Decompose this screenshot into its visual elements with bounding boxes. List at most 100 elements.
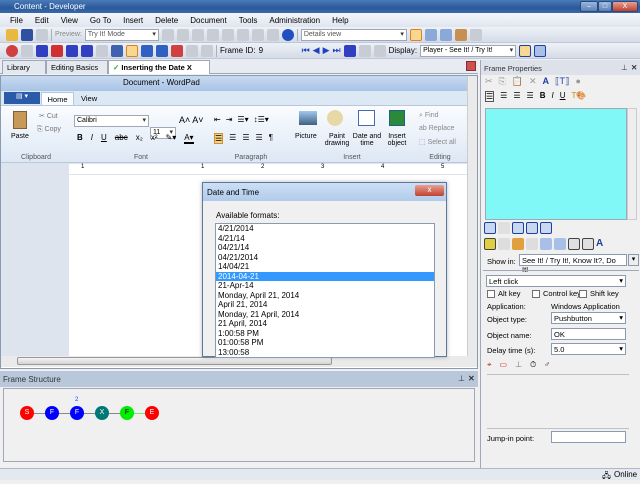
minimize-button[interactable]: – <box>580 1 598 12</box>
cut-icon[interactable]: ✂ <box>485 76 493 87</box>
pin-icon[interactable]: ⊥ <box>458 374 465 383</box>
paragraph-icon[interactable]: ¶ <box>269 133 273 144</box>
shift-key-checkbox[interactable]: Shift key <box>579 289 619 299</box>
link-icon[interactable]: ● <box>575 76 580 87</box>
layout-details-icon[interactable] <box>409 28 422 41</box>
font-icon[interactable]: A <box>543 76 550 87</box>
notes-icon[interactable] <box>498 238 510 250</box>
align-right-icon[interactable]: ☰ <box>242 133 249 144</box>
mark-icon[interactable] <box>568 238 580 250</box>
action-check-icon[interactable] <box>484 238 496 250</box>
screenshot-icon[interactable] <box>156 44 168 57</box>
view-select[interactable]: Details view <box>300 28 407 41</box>
hand-icon[interactable] <box>512 238 524 250</box>
editor-view-icon[interactable] <box>534 44 547 57</box>
click-target-icon[interactable]: ⌖ <box>487 360 492 370</box>
paste-icon[interactable]: 📋 <box>512 76 523 87</box>
delete-icon[interactable]: ✕ <box>529 76 537 87</box>
calendar-icon[interactable] <box>358 110 375 126</box>
scrollbar-thumb[interactable] <box>17 357 332 365</box>
format-option[interactable]: 14/04/21 <box>216 262 434 272</box>
menu-tools[interactable]: Tools <box>239 16 258 25</box>
subscript-icon[interactable]: x₂ <box>136 133 143 144</box>
select-all-button[interactable]: ⬚ Select all <box>419 138 456 146</box>
insert-object-icon[interactable] <box>389 110 405 126</box>
increase-indent-icon[interactable]: ⇥ <box>226 115 233 124</box>
menu-administration[interactable]: Administration <box>269 16 320 25</box>
mark-down-icon[interactable] <box>582 238 594 250</box>
tab-editing-basics[interactable]: Editing Basics <box>46 60 108 74</box>
cut-button[interactable]: ✂ Cut <box>39 112 58 120</box>
ribbon-tab-home[interactable]: Home <box>41 92 74 105</box>
align-center-icon[interactable]: ☰ <box>229 133 236 144</box>
menu-edit[interactable]: Edit <box>35 16 49 25</box>
action-select[interactable]: Left click <box>486 275 626 287</box>
superscript-icon[interactable]: x² <box>151 133 158 144</box>
format-option[interactable]: 4/21/2014 <box>216 224 434 234</box>
wordpad-menu-button[interactable]: ▤ ▾ <box>4 92 40 104</box>
menu-delete[interactable]: Delete <box>155 16 178 25</box>
zoom-icon[interactable] <box>21 44 33 57</box>
open-icon[interactable] <box>6 28 18 41</box>
format-option[interactable]: 4/21/14 <box>216 234 434 244</box>
text-field-icon[interactable]: ⟦T⟧ <box>555 76 569 87</box>
tab-close-button[interactable]: X <box>187 63 192 72</box>
redo-icon[interactable] <box>251 28 264 41</box>
tab-inserting-the-date[interactable]: ✓ Inserting the Date X <box>108 60 210 74</box>
show-in-dropdown-button[interactable]: ▾ <box>628 254 639 266</box>
window-icon[interactable] <box>540 222 552 234</box>
next-frame-icon[interactable]: ▶ <box>323 45 330 56</box>
bold-button[interactable]: B <box>77 133 83 144</box>
link-icon[interactable]: ♂ <box>544 360 550 370</box>
edit-icon[interactable] <box>111 44 123 57</box>
replace-button[interactable]: ab Replace <box>419 125 454 132</box>
highlight-icon[interactable]: ✎▾ <box>165 133 176 144</box>
italic-button[interactable]: I <box>91 133 93 144</box>
justify-icon[interactable]: ☰ <box>256 133 263 144</box>
insert-object-button[interactable]: Insert object <box>384 133 410 147</box>
line-spacing-icon[interactable]: ↕☰▾ <box>254 115 269 124</box>
rectangle-icon[interactable]: ▭ <box>500 360 508 370</box>
font-family-select[interactable]: Calibri <box>74 115 149 127</box>
layout-horizontal-icon[interactable] <box>424 28 437 41</box>
player-view-icon[interactable] <box>519 44 532 57</box>
connect-icon[interactable] <box>81 44 93 57</box>
format-option[interactable]: 04/21/14 <box>216 243 434 253</box>
underline-button[interactable]: U <box>101 133 107 144</box>
close-document-icon[interactable] <box>466 61 476 71</box>
ribbon-tab-view[interactable]: View <box>81 94 97 103</box>
maximize-button[interactable]: □ <box>598 1 612 12</box>
tool-a-icon[interactable] <box>186 44 198 57</box>
decrease-indent-icon[interactable]: ⇤ <box>214 115 221 124</box>
jump-in-point-input[interactable] <box>551 431 626 443</box>
underline-button[interactable]: U <box>560 91 566 102</box>
preview-mode-select[interactable]: Try It! Mode <box>84 28 159 41</box>
record-icon[interactable] <box>171 44 183 57</box>
paste-icon[interactable] <box>13 111 27 129</box>
dialog-close-button[interactable]: x <box>415 185 444 196</box>
formats-list[interactable]: 4/21/2014 4/21/14 04/21/14 04/21/2014 14/04/… <box>215 223 435 358</box>
format-option[interactable]: Monday, April 21, 2014 <box>216 291 434 301</box>
first-frame-icon[interactable]: ⏮ <box>302 45 310 56</box>
target-icon[interactable] <box>6 44 18 57</box>
format-option[interactable]: 01:00:58 PM <box>216 338 434 348</box>
picture-icon[interactable] <box>299 111 317 125</box>
prev-frame-icon[interactable]: ◀ <box>313 45 320 56</box>
format-option[interactable]: 1:00:58 PM <box>216 329 434 339</box>
recorder-icon[interactable] <box>126 44 138 57</box>
print-icon[interactable] <box>36 28 48 41</box>
close-icon[interactable]: ✕ <box>468 374 475 383</box>
text-color-icon[interactable]: T🎨 <box>571 91 586 102</box>
align-left-icon[interactable]: ☰ <box>485 91 495 102</box>
frame-help-icon[interactable] <box>554 238 566 250</box>
delay-time-select[interactable]: 5.0 <box>551 343 626 355</box>
copy-icon[interactable] <box>191 28 204 41</box>
tab-library[interactable]: Library <box>2 60 46 74</box>
frame-node[interactable]: E <box>145 406 159 420</box>
jump-icon[interactable] <box>343 44 356 57</box>
branch-icon[interactable] <box>66 44 78 57</box>
copy-icon[interactable]: ⎘ <box>499 76 506 87</box>
format-option[interactable]: 13:00:58 <box>216 348 434 358</box>
cut-icon[interactable] <box>176 28 189 41</box>
vertical-scrollbar[interactable] <box>467 76 477 356</box>
